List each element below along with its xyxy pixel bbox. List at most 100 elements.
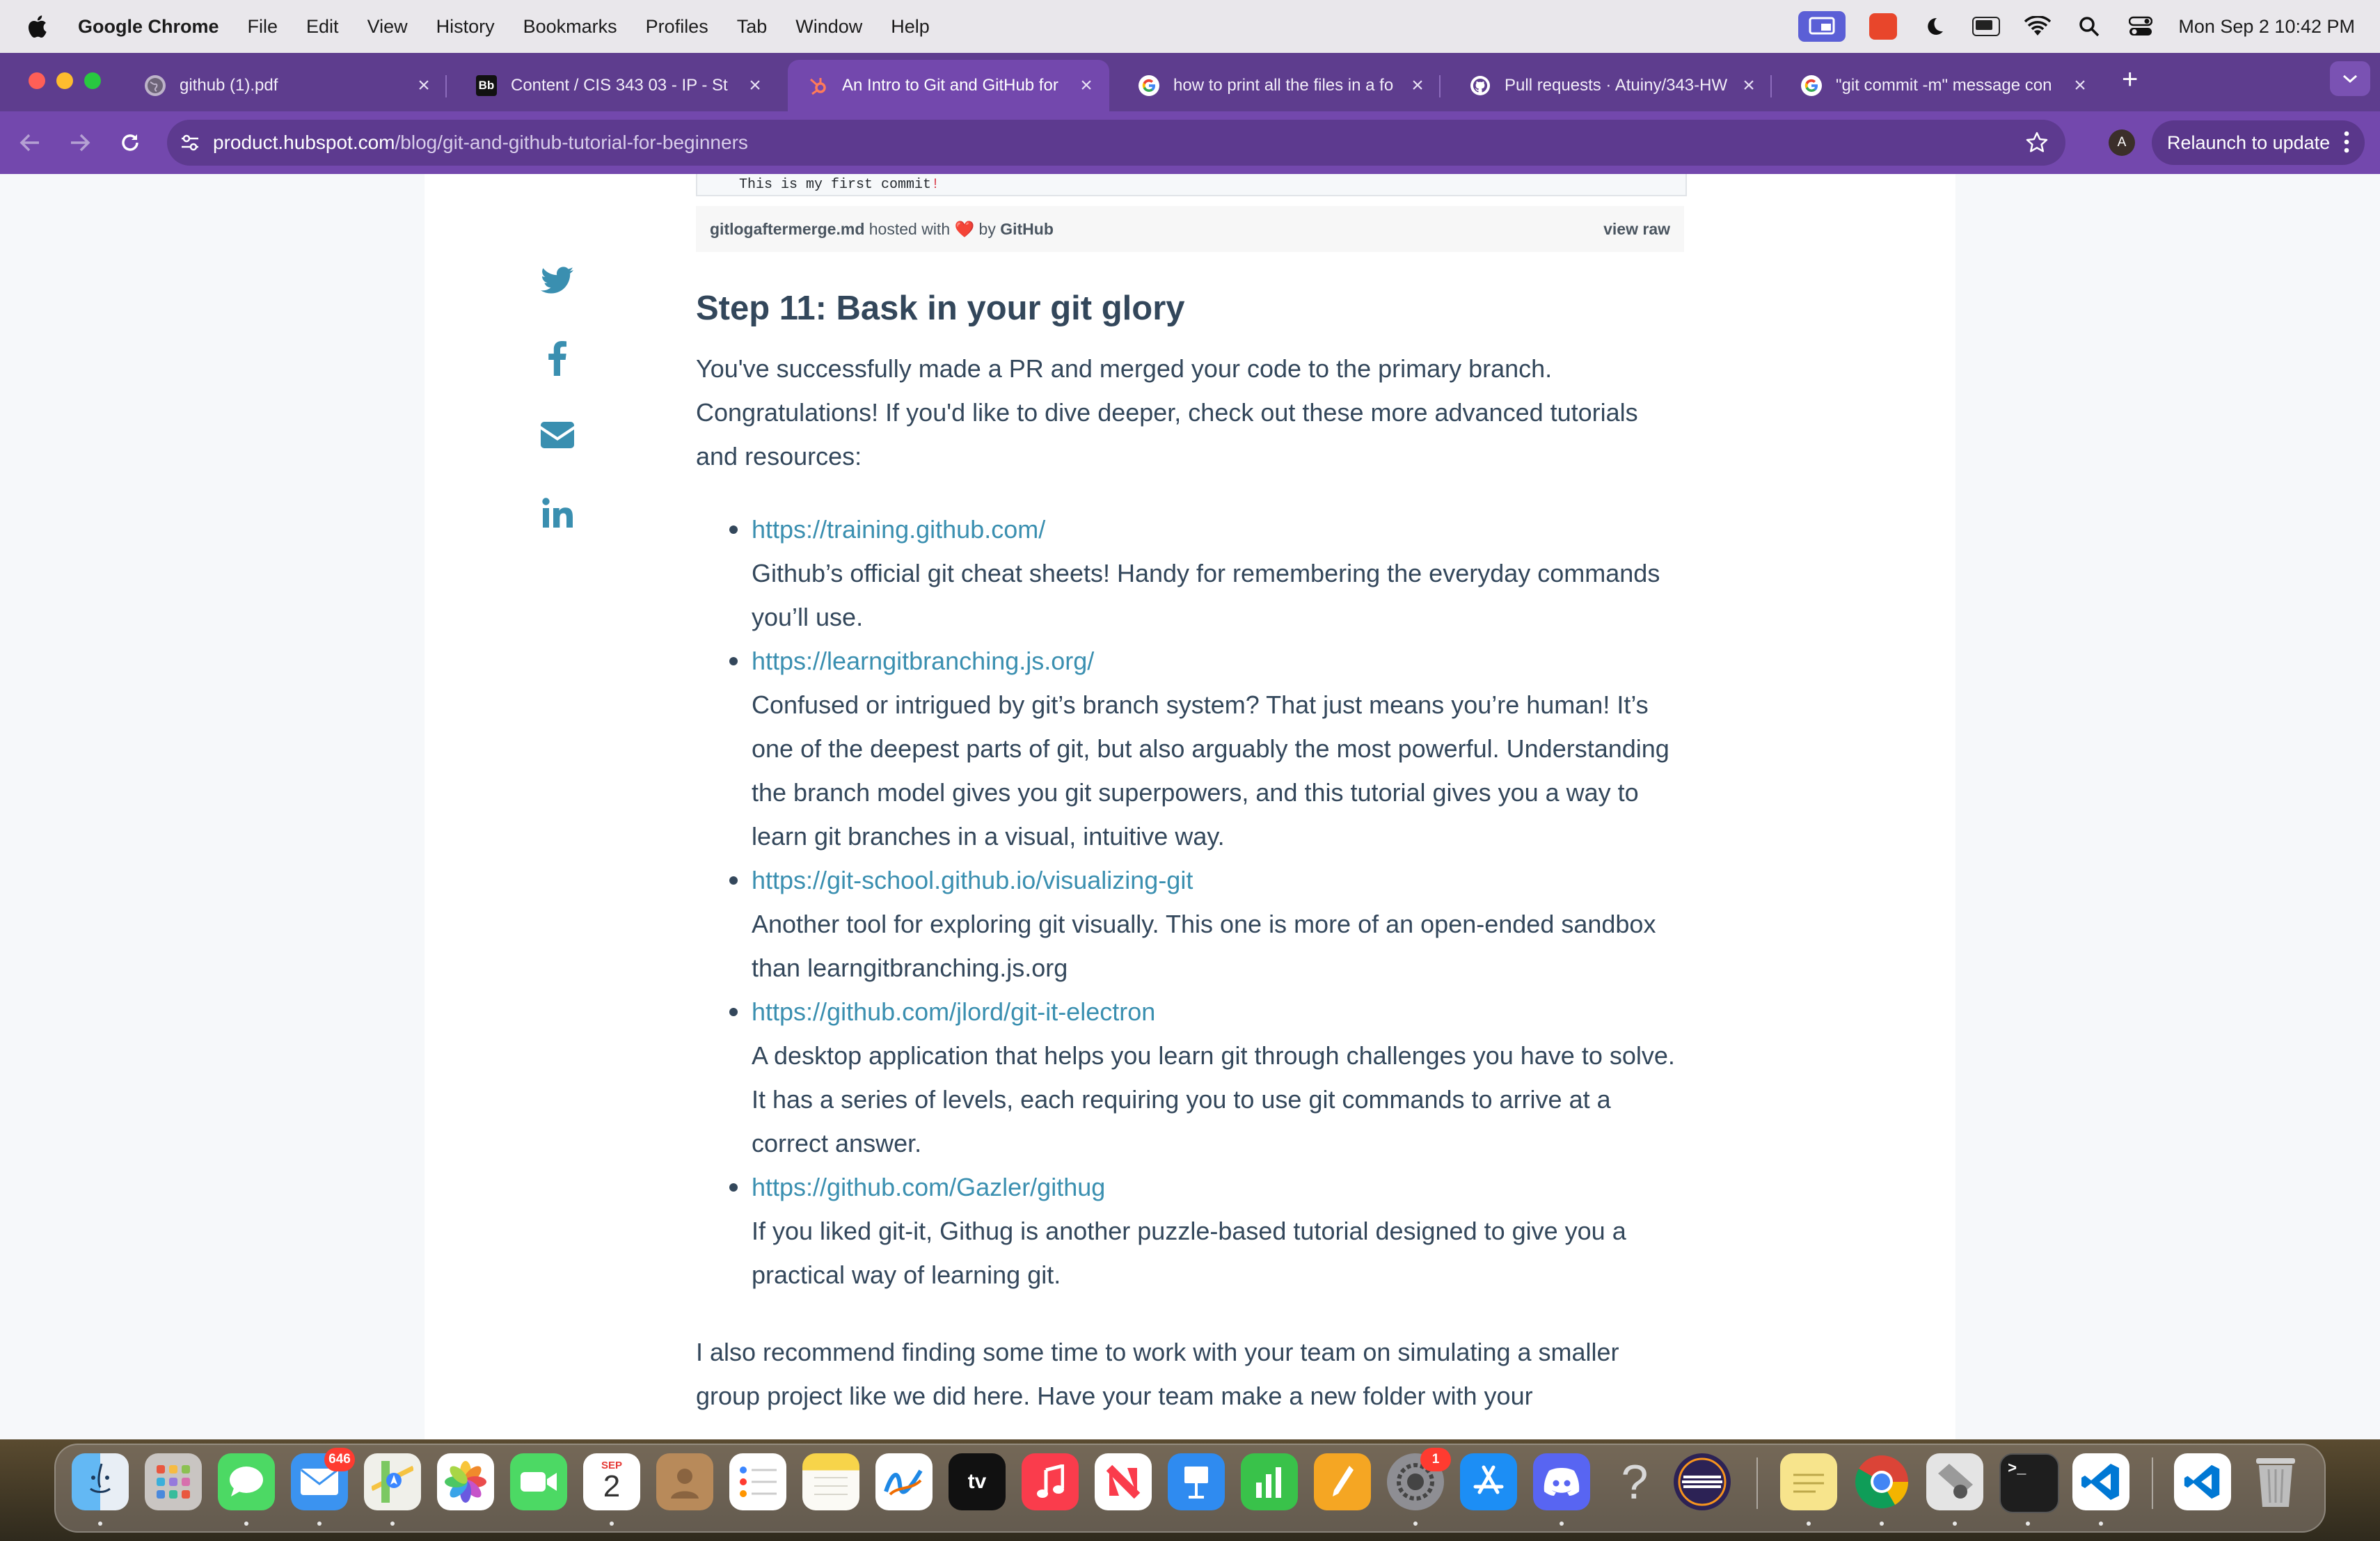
tab-close-icon[interactable]: × bbox=[1076, 74, 1097, 97]
gist-github-link[interactable]: GitHub bbox=[1000, 220, 1054, 238]
chrome-toolbar: product.hubspot.com/blog/git-and-github-… bbox=[0, 111, 2380, 174]
tab-close-icon[interactable]: × bbox=[1407, 74, 1428, 97]
menu-window[interactable]: Window bbox=[795, 16, 862, 38]
contacts-icon[interactable] bbox=[656, 1453, 713, 1510]
reminders-icon[interactable] bbox=[729, 1453, 786, 1510]
menu-help[interactable]: Help bbox=[891, 16, 930, 38]
globe-icon bbox=[145, 75, 166, 96]
resource-link[interactable]: https://git-school.github.io/visualizing… bbox=[752, 858, 1684, 902]
wifi-icon[interactable] bbox=[2024, 14, 2052, 39]
settings-update-badge: 1 bbox=[1420, 1448, 1451, 1471]
close-window-button[interactable] bbox=[29, 72, 45, 89]
facetime-icon[interactable] bbox=[510, 1453, 567, 1510]
new-tab-plus-icon[interactable]: + bbox=[2122, 64, 2138, 95]
chrome-menu-kebab-icon[interactable] bbox=[2344, 130, 2349, 159]
linkedin-icon[interactable] bbox=[540, 496, 575, 530]
profile-avatar[interactable]: A bbox=[2109, 129, 2135, 156]
calendar-icon[interactable]: SEP 2 bbox=[583, 1453, 640, 1510]
minimize-window-button[interactable] bbox=[56, 72, 73, 89]
email-icon[interactable] bbox=[540, 418, 575, 452]
tab-hubspot-git-intro[interactable]: An Intro to Git and GitHub for × bbox=[788, 60, 1109, 111]
vscode-doc-icon[interactable] bbox=[2174, 1453, 2231, 1510]
menu-bar-extras: Mon Sep 2 10:42 PM bbox=[1798, 0, 2355, 53]
keynote-icon[interactable] bbox=[1168, 1453, 1225, 1510]
help-icon[interactable]: ? bbox=[1606, 1453, 1663, 1510]
tab-github-pull-requests[interactable]: Pull requests · Atuiny/343-HW × bbox=[1450, 60, 1772, 111]
menu-view[interactable]: View bbox=[367, 16, 408, 38]
menu-history[interactable]: History bbox=[436, 16, 495, 38]
address-bar[interactable]: product.hubspot.com/blog/git-and-github-… bbox=[167, 120, 2065, 166]
tab-close-icon[interactable]: × bbox=[413, 74, 434, 97]
menu-bar-clock[interactable]: Mon Sep 2 10:42 PM bbox=[2178, 16, 2355, 38]
mail-icon[interactable]: 646 bbox=[291, 1448, 355, 1510]
menu-bookmarks[interactable]: Bookmarks bbox=[523, 16, 617, 38]
tab-search-chevron-icon[interactable] bbox=[2330, 61, 2370, 96]
screen-mirroring-icon[interactable] bbox=[1798, 11, 1846, 42]
stickies-icon[interactable] bbox=[1780, 1453, 1837, 1510]
back-arrow-icon[interactable] bbox=[14, 127, 46, 159]
gist-view-raw-link[interactable]: view raw bbox=[1603, 220, 1670, 239]
finder-icon[interactable] bbox=[72, 1453, 129, 1510]
unknown-app-icon[interactable] bbox=[1926, 1453, 1983, 1510]
menu-profiles[interactable]: Profiles bbox=[646, 16, 708, 38]
github-icon bbox=[1470, 75, 1491, 96]
tab-github-pdf[interactable]: github (1).pdf × bbox=[125, 60, 447, 111]
freeform-icon[interactable] bbox=[875, 1453, 933, 1510]
news-icon[interactable] bbox=[1095, 1453, 1152, 1510]
reload-icon[interactable] bbox=[114, 127, 146, 159]
site-info-tune-icon[interactable] bbox=[180, 132, 200, 153]
running-indicator bbox=[610, 1522, 614, 1526]
spotlight-search-icon[interactable] bbox=[2075, 14, 2103, 39]
system-settings-icon[interactable]: 1 bbox=[1387, 1448, 1451, 1510]
tab-title: "git commit -m" message con bbox=[1836, 76, 2052, 95]
gist-filename-link[interactable]: gitlogaftermerge.md bbox=[710, 220, 864, 238]
red-status-app-icon[interactable] bbox=[1869, 13, 1898, 40]
menu-edit[interactable]: Edit bbox=[306, 16, 339, 38]
launchpad-icon[interactable] bbox=[145, 1453, 202, 1510]
vscode-icon[interactable] bbox=[2072, 1453, 2129, 1510]
zoom-window-button[interactable] bbox=[84, 72, 101, 89]
eclipse-icon[interactable] bbox=[1674, 1453, 1731, 1510]
tab-google-print-files[interactable]: how to print all the files in a fo × bbox=[1119, 60, 1441, 111]
notes-icon[interactable] bbox=[802, 1453, 859, 1510]
tv-icon[interactable]: tv bbox=[949, 1453, 1006, 1510]
discord-icon[interactable] bbox=[1533, 1453, 1590, 1510]
photos-icon[interactable] bbox=[437, 1453, 494, 1510]
tab-title: Pull requests · Atuiny/343-HW bbox=[1505, 76, 1728, 95]
chrome-icon[interactable] bbox=[1853, 1453, 1910, 1510]
menu-tab[interactable]: Tab bbox=[737, 16, 768, 38]
menu-file[interactable]: File bbox=[248, 16, 278, 38]
resource-link[interactable]: https://github.com/jlord/git-it-electron bbox=[752, 990, 1684, 1034]
tab-blackboard-content[interactable]: Bb Content / CIS 343 03 - IP - St × bbox=[457, 60, 778, 111]
list-item: https://training.github.com/ Github’s of… bbox=[729, 507, 1684, 639]
resource-link[interactable]: https://github.com/Gazler/githug bbox=[752, 1165, 1684, 1209]
bookmark-star-icon[interactable] bbox=[2025, 131, 2049, 158]
control-center-icon[interactable] bbox=[2127, 14, 2155, 39]
web-page-viewport[interactable]: This is my first commit! gitlogaftermerg… bbox=[0, 174, 2380, 1439]
maps-icon[interactable] bbox=[364, 1453, 421, 1510]
trash-icon[interactable] bbox=[2247, 1453, 2304, 1510]
music-icon[interactable] bbox=[1022, 1453, 1079, 1510]
facebook-icon[interactable] bbox=[540, 341, 575, 376]
focus-moon-icon[interactable] bbox=[1921, 14, 1949, 39]
twitter-icon[interactable] bbox=[540, 263, 575, 298]
forward-arrow-icon[interactable] bbox=[64, 127, 96, 159]
messages-icon[interactable] bbox=[218, 1453, 275, 1510]
resource-link[interactable]: https://training.github.com/ bbox=[752, 507, 1684, 551]
dock-divider bbox=[1756, 1457, 1758, 1509]
terminal-icon[interactable]: >_ bbox=[1999, 1453, 2059, 1513]
app-store-icon[interactable] bbox=[1460, 1453, 1517, 1510]
menu-app-name[interactable]: Google Chrome bbox=[78, 16, 219, 38]
resource-link[interactable]: https://learngitbranching.js.org/ bbox=[752, 639, 1684, 683]
running-indicator bbox=[98, 1522, 102, 1526]
apple-menu-icon[interactable] bbox=[26, 15, 47, 38]
tab-close-icon[interactable]: × bbox=[745, 74, 765, 97]
relaunch-to-update-button[interactable]: Relaunch to update bbox=[2152, 120, 2365, 165]
numbers-icon[interactable] bbox=[1241, 1453, 1298, 1510]
tab-google-git-commit-message[interactable]: "git commit -m" message con × bbox=[1782, 60, 2103, 111]
tab-title: github (1).pdf bbox=[180, 76, 278, 95]
battery-icon[interactable] bbox=[1972, 14, 2001, 39]
tab-close-icon[interactable]: × bbox=[2070, 74, 2091, 97]
pages-icon[interactable] bbox=[1314, 1453, 1371, 1510]
tab-close-icon[interactable]: × bbox=[1738, 74, 1759, 97]
